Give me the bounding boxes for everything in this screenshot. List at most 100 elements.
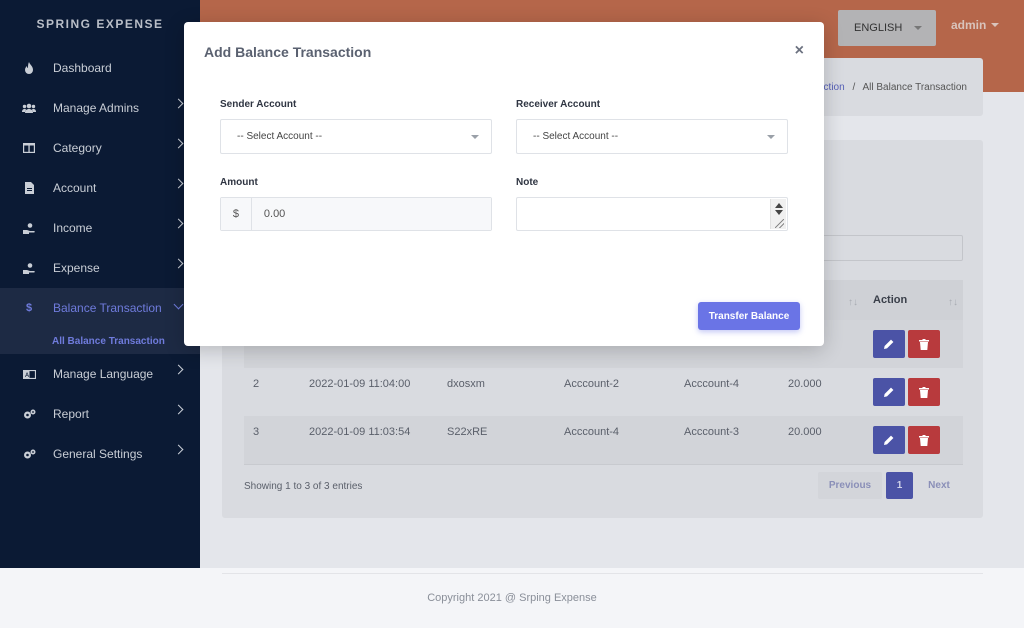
- sidebar-item-label: Dashboard: [53, 61, 112, 75]
- fire-icon: [22, 61, 36, 75]
- sidebar-item-label: Report: [53, 407, 90, 421]
- cell-from: Acccount-4: [564, 426, 620, 438]
- chevron-right-icon: [173, 444, 184, 455]
- column-header-action[interactable]: Action: [873, 294, 907, 306]
- pencil-icon: [884, 339, 894, 349]
- sender-account-label: Sender Account: [220, 99, 297, 110]
- user-menu[interactable]: admin: [951, 18, 1000, 32]
- chevron-right-icon: [173, 364, 184, 375]
- amount-input[interactable]: [251, 198, 491, 230]
- trash-icon: [919, 338, 929, 350]
- delete-button[interactable]: [908, 330, 940, 358]
- sidebar-item-expense[interactable]: Expense: [0, 248, 200, 288]
- pencil-icon: [884, 387, 894, 397]
- note-label: Note: [516, 177, 539, 188]
- sidebar-item-report[interactable]: Report: [0, 394, 200, 434]
- sidebar-item-label: Income: [53, 221, 93, 235]
- delete-button[interactable]: [908, 426, 940, 454]
- language-icon: A: [22, 367, 36, 381]
- cell-date: 2022-01-09 11:03:54: [309, 426, 411, 438]
- brand-logo: SPRING EXPENSE: [36, 17, 164, 31]
- receiver-account-label: Receiver Account: [516, 99, 601, 110]
- sidebar-item-category[interactable]: Category: [0, 128, 200, 168]
- pencil-icon: [884, 435, 894, 445]
- sidebar-item-manage-language[interactable]: A Manage Language: [0, 354, 200, 394]
- sort-icon[interactable]: ↑↓: [948, 297, 958, 308]
- edit-button[interactable]: [873, 378, 905, 406]
- file-icon: [22, 181, 36, 195]
- chevron-right-icon: [173, 404, 184, 415]
- sender-account-value: -- Select Account --: [237, 131, 323, 142]
- sender-account-select[interactable]: -- Select Account --: [220, 119, 492, 154]
- amount-label: Amount: [220, 177, 258, 188]
- delete-button[interactable]: [908, 378, 940, 406]
- cogs-icon: [22, 407, 36, 421]
- caret-down-icon: [767, 135, 775, 139]
- sidebar-item-dashboard[interactable]: Dashboard: [0, 48, 200, 88]
- cell-date: 2022-01-09 11:04:00: [309, 378, 411, 390]
- trash-icon: [919, 434, 929, 446]
- table-divider: [244, 464, 963, 465]
- modal-title: Add Balance Transaction: [204, 44, 372, 60]
- breadcrumb-current: All Balance Transaction: [862, 82, 967, 93]
- chevron-right-icon: [173, 218, 184, 229]
- trash-icon: [919, 386, 929, 398]
- sidebar-item-income[interactable]: Income: [0, 208, 200, 248]
- cell-from: Acccount-2: [564, 378, 620, 390]
- sidebar-item-label: Expense: [53, 261, 100, 275]
- caret-down-icon: [991, 23, 1000, 27]
- language-label: ENGLISH: [854, 22, 903, 34]
- cell-no: 2: [253, 378, 260, 390]
- breadcrumb-separator: /: [852, 82, 856, 93]
- spin-down-icon: [775, 210, 783, 215]
- receiver-account-select[interactable]: -- Select Account --: [516, 119, 788, 154]
- currency-prefix: $: [221, 198, 252, 230]
- sidebar-item-label: Manage Admins: [53, 101, 140, 115]
- pagination-next[interactable]: Next: [917, 472, 961, 499]
- sidebar: SPRING EXPENSE Dashboard Manage Admins C…: [0, 0, 200, 568]
- sidebar-item-manage-admins[interactable]: Manage Admins: [0, 88, 200, 128]
- sidebar-item-label: Balance Transaction: [53, 301, 162, 315]
- pagination-previous[interactable]: Previous: [818, 472, 882, 499]
- note-input[interactable]: [516, 197, 788, 231]
- users-icon: [22, 101, 36, 115]
- edit-button[interactable]: [873, 426, 905, 454]
- note-spinner[interactable]: [770, 199, 786, 229]
- cell-amount: 20.000: [788, 426, 822, 438]
- add-balance-transaction-modal: Add Balance Transaction × Sender Account…: [184, 22, 824, 346]
- sidebar-item-label: Category: [53, 141, 102, 155]
- hand-money-icon: [22, 221, 36, 235]
- amount-field: $: [220, 197, 492, 231]
- footer: Copyright 2021 @ Srping Expense: [0, 568, 1024, 628]
- chevron-down-icon: [173, 299, 184, 310]
- footer-divider: [222, 573, 983, 574]
- cell-to: Acccount-3: [684, 426, 740, 438]
- caret-down-icon: [471, 135, 479, 139]
- sort-icon[interactable]: ↑↓: [848, 297, 858, 308]
- table-row: 2 2022-01-09 11:04:00 dxosxm Acccount-2 …: [244, 368, 963, 416]
- table-row: 3 2022-01-09 11:03:54 S22xRE Acccount-4 …: [244, 416, 963, 464]
- resize-grip-icon[interactable]: [775, 219, 784, 228]
- search-input[interactable]: [818, 235, 963, 261]
- cell-to: Acccount-4: [684, 378, 740, 390]
- cell-amount: 20.000: [788, 378, 822, 390]
- language-dropdown[interactable]: ENGLISH: [838, 10, 936, 46]
- sidebar-item-label: Account: [53, 181, 97, 195]
- cell-no: 3: [253, 426, 260, 438]
- spin-up-icon: [775, 203, 783, 208]
- chevron-right-icon: [173, 98, 184, 109]
- pagination-page-1[interactable]: 1: [886, 472, 913, 499]
- cell-trx: dxosxm: [447, 378, 485, 390]
- sidebar-item-label: General Settings: [53, 447, 143, 461]
- cogs-icon: [22, 447, 36, 461]
- sidebar-item-account[interactable]: Account: [0, 168, 200, 208]
- sidebar-subitem-all-balance-transaction[interactable]: All Balance Transaction: [0, 328, 200, 354]
- edit-button[interactable]: [873, 330, 905, 358]
- close-icon[interactable]: ×: [795, 42, 804, 60]
- sidebar-item-general-settings[interactable]: General Settings: [0, 434, 200, 474]
- cell-trx: S22xRE: [447, 426, 488, 438]
- sidebar-item-balance-transaction[interactable]: $ Balance Transaction: [0, 288, 200, 328]
- transfer-balance-button[interactable]: Transfer Balance: [698, 302, 800, 330]
- columns-icon: [22, 141, 36, 155]
- hand-money-icon: [22, 261, 36, 275]
